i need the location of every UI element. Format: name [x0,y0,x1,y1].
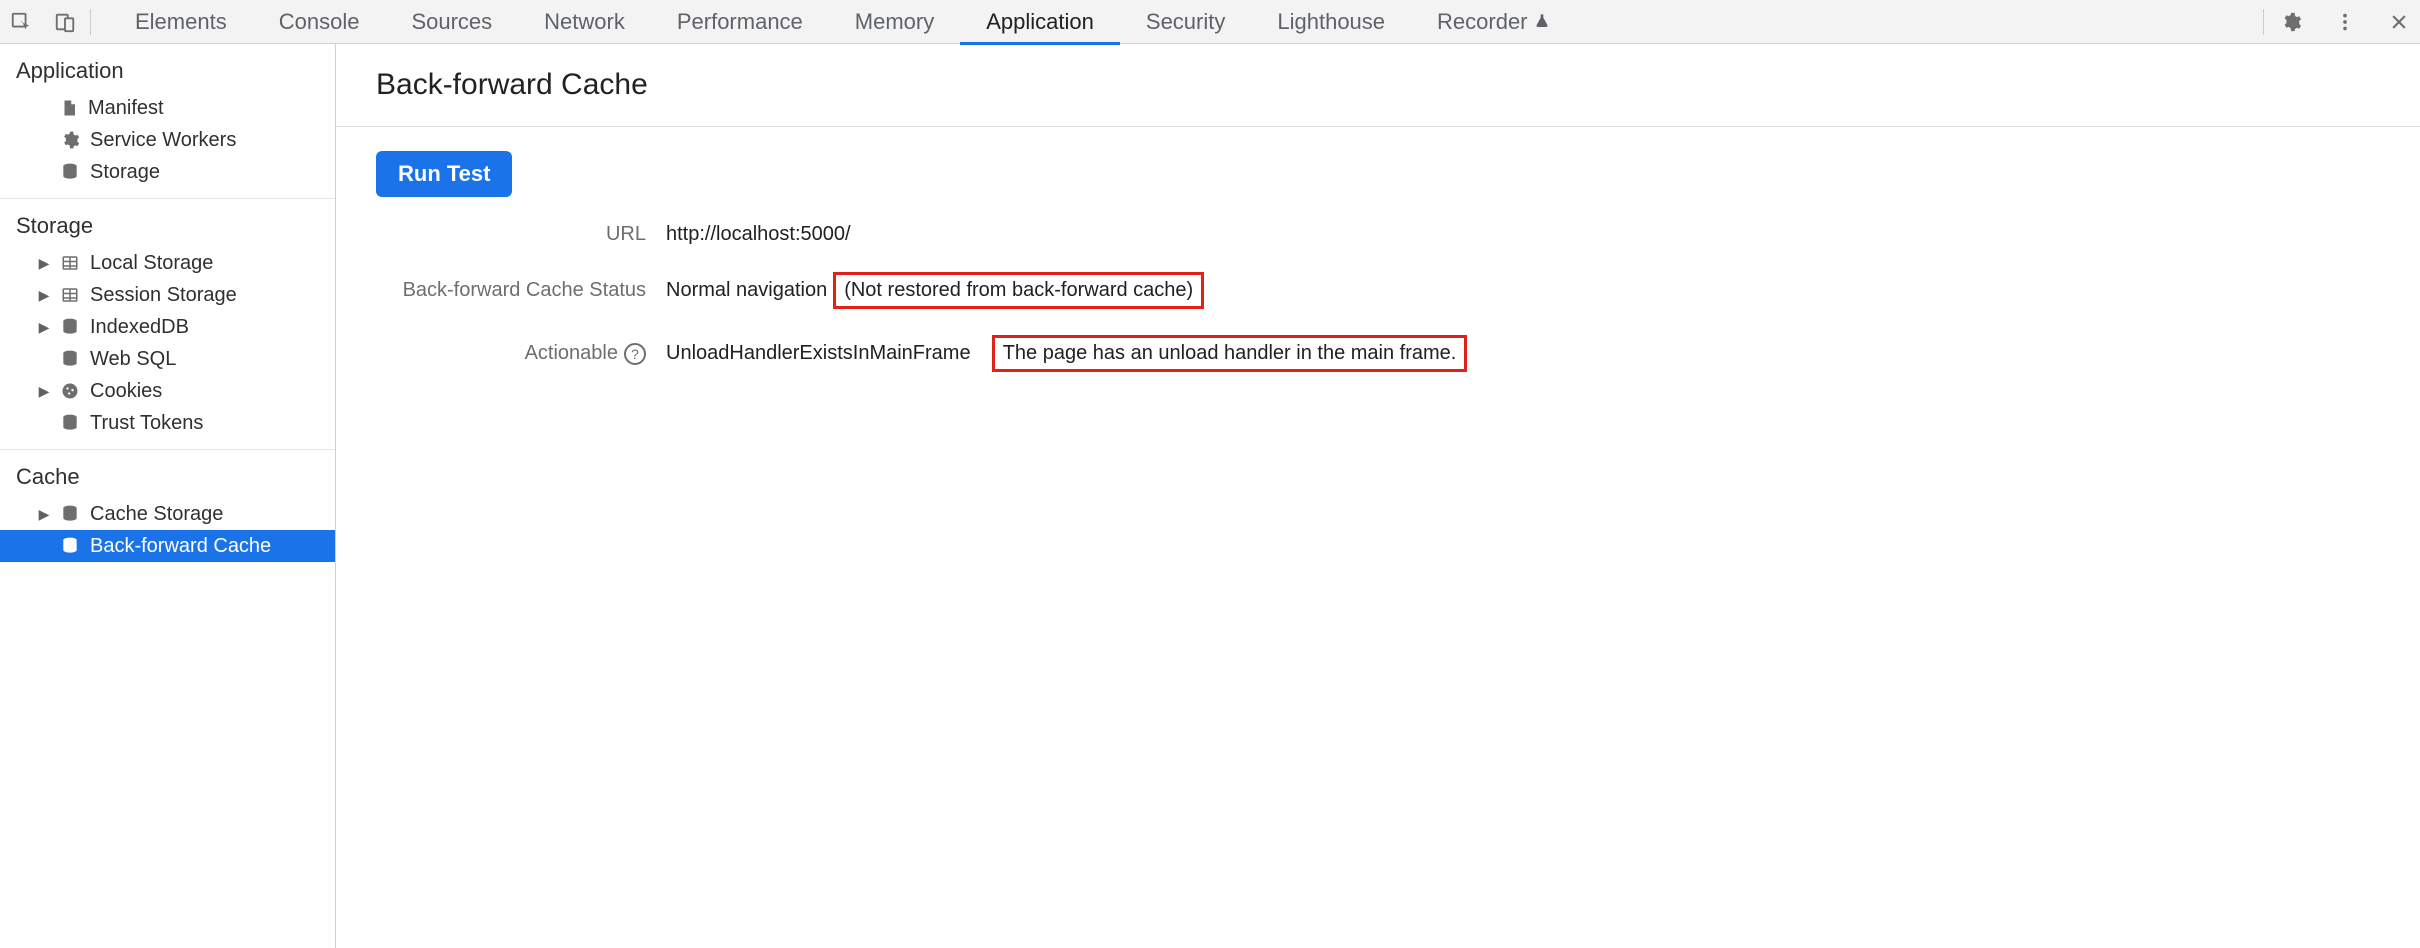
database-icon [60,162,80,182]
tab-performance[interactable]: Performance [651,0,829,44]
tabbar-left-tools [8,9,91,35]
database-icon [60,504,80,524]
table-icon [60,254,80,272]
sidebar-item-cookies[interactable]: ▶ Cookies [0,375,335,407]
sidebar-group-application: Application ▸ Manifest ▸ Service Workers… [0,44,335,199]
table-icon [60,286,80,304]
sidebar-item-trust-tokens[interactable]: ▸ Trust Tokens [0,407,335,439]
expand-icon[interactable]: ▶ [38,383,50,400]
status-highlight-box: (Not restored from back-forward cache) [833,272,1204,309]
help-icon[interactable]: ? [624,343,646,365]
panel-tabs: Elements Console Sources Network Perform… [109,0,1576,44]
application-sidebar: Application ▸ Manifest ▸ Service Workers… [0,44,336,948]
expand-icon[interactable]: ▶ [38,255,50,272]
tab-network[interactable]: Network [518,0,651,44]
sidebar-item-local-storage[interactable]: ▶ Local Storage [0,247,335,279]
tab-console[interactable]: Console [253,0,386,44]
label-actionable: Actionable ? [376,342,646,365]
page-title: Back-forward Cache [376,68,2420,102]
sidebar-section-title-application: Application [0,44,335,92]
actionable-code: UnloadHandlerExistsInMainFrame [666,342,971,365]
main-area: Application ▸ Manifest ▸ Service Workers… [0,44,2420,948]
sidebar-group-storage: Storage ▶ Local Storage ▶ Session Storag… [0,199,335,450]
sidebar-item-cache-storage[interactable]: ▶ Cache Storage [0,498,335,530]
sidebar-item-indexeddb[interactable]: ▶ IndexedDB [0,311,335,343]
label-bfcache-status: Back-forward Cache Status [376,279,646,302]
expand-icon[interactable]: ▶ [38,319,50,336]
sidebar-section-title-storage: Storage [0,199,335,247]
bfcache-panel: Back-forward Cache Run Test URL http://l… [336,44,2420,948]
actionable-description-box: The page has an unload handler in the ma… [992,335,1468,372]
sidebar-section-title-cache: Cache [0,450,335,498]
toggle-device-toolbar-icon[interactable] [52,9,78,35]
gear-icon [60,130,80,150]
sidebar-group-cache: Cache ▶ Cache Storage ▸ Back-forward Cac… [0,450,335,572]
tab-elements[interactable]: Elements [109,0,253,44]
divider [336,126,2420,127]
file-icon [60,98,78,118]
tab-security[interactable]: Security [1120,0,1251,44]
value-actionable: UnloadHandlerExistsInMainFrame The page … [666,335,1976,372]
tab-recorder[interactable]: Recorder [1411,0,1575,44]
value-url: http://localhost:5000/ [666,223,1976,246]
sidebar-item-manifest[interactable]: ▸ Manifest [0,92,335,124]
cookie-icon [60,381,80,401]
sidebar-item-web-sql[interactable]: ▸ Web SQL [0,343,335,375]
expand-icon[interactable]: ▶ [38,506,50,523]
tabbar-right-tools [2263,9,2412,35]
tab-memory[interactable]: Memory [829,0,960,44]
tab-sources[interactable]: Sources [385,0,518,44]
settings-icon[interactable] [2278,9,2304,35]
devtools-tabbar: Elements Console Sources Network Perform… [0,0,2420,44]
expand-icon[interactable]: ▶ [38,287,50,304]
tab-application[interactable]: Application [960,0,1120,44]
more-options-icon[interactable] [2332,9,2358,35]
tab-lighthouse[interactable]: Lighthouse [1251,0,1411,44]
close-devtools-icon[interactable] [2386,9,2412,35]
database-icon [60,413,80,433]
sidebar-item-storage[interactable]: ▸ Storage [0,156,335,188]
bfcache-details: URL http://localhost:5000/ Back-forward … [376,223,1976,372]
sidebar-item-session-storage[interactable]: ▶ Session Storage [0,279,335,311]
sidebar-item-back-forward-cache[interactable]: ▸ Back-forward Cache [0,530,335,562]
sidebar-item-service-workers[interactable]: ▸ Service Workers [0,124,335,156]
run-test-button[interactable]: Run Test [376,151,512,197]
label-url: URL [376,223,646,246]
status-main-text: Normal navigation [666,279,827,302]
database-icon [60,536,80,556]
database-icon [60,349,80,369]
value-bfcache-status: Normal navigation (Not restored from bac… [666,272,1976,309]
database-icon [60,317,80,337]
inspect-element-icon[interactable] [8,9,34,35]
flask-icon [1534,9,1550,35]
